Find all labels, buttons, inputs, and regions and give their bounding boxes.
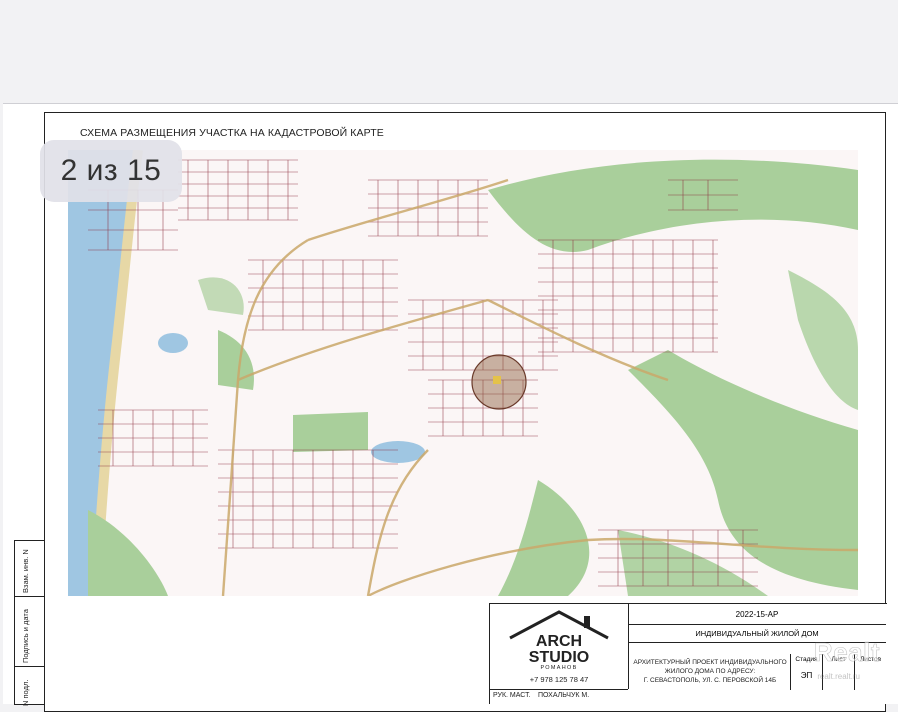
role-label: РУК. МАСТ. <box>493 692 531 699</box>
sheet-title: СХЕМА РАЗМЕЩЕНИЯ УЧАСТКА НА КАДАСТРОВОЙ … <box>80 127 384 139</box>
stamp-label-num: N подл. <box>21 679 30 706</box>
brand-subtitle: РОМАНОВ <box>540 665 578 671</box>
project-code: 2022-15-АР <box>628 604 886 625</box>
stamp-label-sign: Подпись и дата <box>21 609 30 663</box>
image-counter: 2 из 15 <box>40 140 182 202</box>
stamp-label-inv: Взам. инв. N <box>21 549 30 593</box>
side-stamp: Взам. инв. N Подпись и дата N подл. <box>14 540 45 706</box>
person-name: ПОХАЛЬЧУК М. <box>538 692 590 699</box>
watermark-brand: Realt <box>813 637 880 668</box>
watermark-site: realt.realt.ru <box>817 672 860 681</box>
cadastral-map[interactable] <box>68 150 858 596</box>
house-logo-icon: ARCH STUDIO <box>509 610 609 666</box>
svg-text:ARCH: ARCH <box>536 633 582 650</box>
cadastral-map-drawing <box>68 150 858 596</box>
arch-studio-logo: ARCH STUDIO РОМАНОВ +7 978 125 78 47 <box>490 604 629 689</box>
phone-number: +7 978 125 78 47 <box>529 675 589 684</box>
project-description: АРХИТЕКТУРНЫЙ ПРОЕКТ ИНДИВИДУАЛЬНОГО ЖИЛ… <box>633 659 787 684</box>
svg-text:STUDIO: STUDIO <box>529 649 589 664</box>
title-block-signature-row: РУК. МАСТ. ПОХАЛЬЧУК М. <box>490 689 628 705</box>
